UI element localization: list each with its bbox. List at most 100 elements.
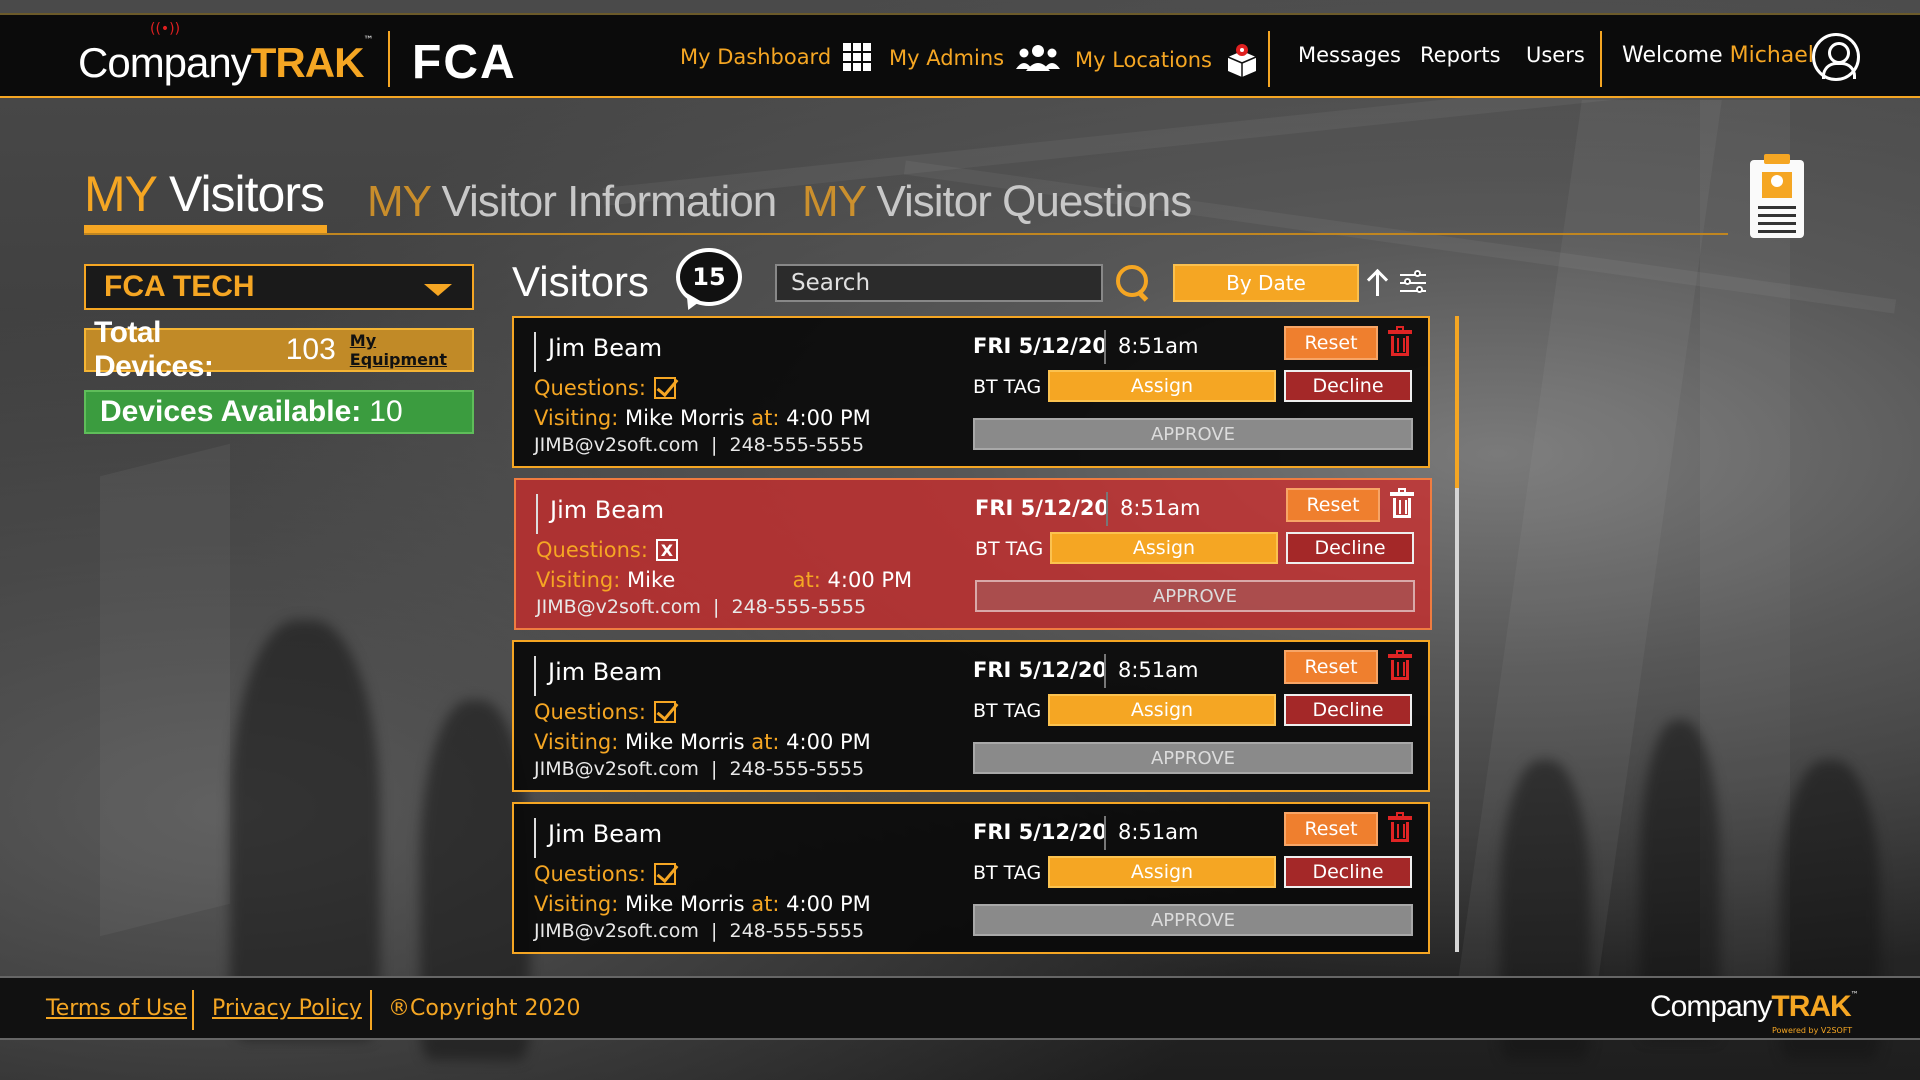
assign-button[interactable]: Assign [1048, 370, 1276, 402]
logo-trademark: ™ [1850, 990, 1859, 999]
terms-of-use-link[interactable]: Terms of Use [46, 996, 187, 1021]
nav-divider [1600, 31, 1602, 87]
sort-by-date-button[interactable]: By Date [1173, 264, 1359, 302]
reset-button[interactable]: Reset [1284, 812, 1378, 846]
visitor-name: Jim Beam [550, 496, 665, 524]
approve-button[interactable]: APPROVE [973, 904, 1413, 936]
trash-icon[interactable] [1388, 326, 1412, 358]
visitor-phone: 248-555-5555 [729, 920, 865, 942]
powered-by-text: Powered by V2SOFT [1772, 1026, 1853, 1035]
visitor-name: Jim Beam [548, 334, 663, 362]
visitor-card-alert: Jim Beam Questions: X Visiting: Mike at:… [514, 478, 1432, 630]
companytrak-logo[interactable]: ((•)) Company TRAK ™ [78, 21, 374, 87]
questions-status: Questions: [534, 700, 676, 724]
search-input[interactable] [775, 264, 1103, 302]
nav-my-locations[interactable]: My Locations [1075, 43, 1260, 77]
visit-time: 4:00 PM [786, 730, 871, 754]
nav-divider [388, 31, 390, 87]
assign-button[interactable]: Assign [1048, 694, 1276, 726]
visit-time: 4:00 PM [786, 892, 871, 916]
trash-icon[interactable] [1390, 488, 1414, 520]
devices-available-box: Devices Available: 10 [84, 390, 474, 434]
tab-my-visitor-information[interactable]: MY Visitor Information [367, 177, 777, 227]
nav-locations-label: My Locations [1075, 48, 1212, 72]
visit-date: FRI 5/12/20 [973, 334, 1108, 358]
visiting-label: Visiting: [534, 730, 619, 754]
visitor-card: Jim Beam Questions: Visiting: Mike Morri… [512, 802, 1430, 954]
approve-button[interactable]: APPROVE [975, 580, 1415, 612]
at-label: at: [792, 568, 821, 592]
reset-button[interactable]: Reset [1284, 650, 1378, 684]
copyright-text: ®Copyright 2020 [388, 996, 581, 1021]
nav-admins-label: My Admins [889, 46, 1005, 70]
visitor-card: Jim Beam Questions: Visiting: Mike Morri… [512, 316, 1430, 468]
reset-button[interactable]: Reset [1284, 326, 1378, 360]
devices-available-value: 10 [369, 395, 403, 428]
host-name: Mike Morris [625, 892, 745, 916]
logo-trademark: ™ [363, 35, 374, 46]
bt-tag-label: BT TAG [973, 862, 1042, 884]
approve-button[interactable]: APPROVE [973, 742, 1413, 774]
sort-direction-arrow-up-icon[interactable] [1366, 268, 1390, 298]
trash-icon[interactable] [1388, 650, 1412, 682]
decline-button[interactable]: Decline [1284, 694, 1412, 726]
bt-tag-label: BT TAG [973, 700, 1042, 722]
decline-button[interactable]: Decline [1286, 532, 1414, 564]
questions-label: Questions: [534, 700, 646, 724]
checkin-time: 8:51am [1118, 658, 1199, 682]
visit-date: FRI 5/12/20 [973, 658, 1108, 682]
checkin-time: 8:51am [1120, 496, 1201, 520]
tab-my-visitors[interactable]: MY Visitors [84, 165, 327, 233]
checkbox-failed-icon: X [655, 539, 678, 561]
my-equipment-link[interactable]: My Equipment [350, 331, 472, 369]
assign-button[interactable]: Assign [1048, 856, 1276, 888]
assign-button[interactable]: Assign [1050, 532, 1278, 564]
logo-trak-text: TRAK [1771, 990, 1851, 1023]
visitor-phone: 248-555-5555 [729, 434, 865, 456]
filter-sliders-icon[interactable] [1400, 270, 1426, 296]
contact-info: JIMB@v2soft.com | 248-555-5555 [534, 434, 865, 456]
visiting-info: Visiting: Mike Morris at: 4:00 PM [534, 406, 871, 430]
visitor-email: JIMB@v2soft.com [534, 758, 699, 780]
questions-status: Questions: X [536, 538, 678, 562]
checkin-time: 8:51am [1118, 334, 1199, 358]
footer-companytrak-logo: Company TRAK ™ Powered by V2SOFT [1650, 990, 1859, 1035]
nav-my-dashboard[interactable]: My Dashboard [680, 43, 872, 71]
visitor-badge-icon[interactable] [1750, 154, 1804, 238]
welcome-label: Welcome [1622, 43, 1723, 68]
total-devices-box: Total Devices: 103 My Equipment [84, 316, 474, 383]
chevron-down-icon [424, 284, 452, 296]
location-box-icon [1227, 44, 1257, 77]
bt-tag-label: BT TAG [975, 538, 1044, 560]
questions-label: Questions: [536, 538, 648, 562]
approve-button[interactable]: APPROVE [973, 418, 1413, 450]
footer-divider [192, 990, 194, 1030]
logo-trak-text: TRAK [250, 39, 365, 86]
nav-messages[interactable]: Messages [1298, 43, 1401, 67]
logo-company-text: Company [78, 39, 252, 86]
user-name: Michael [1729, 43, 1814, 68]
search-icon[interactable] [1114, 263, 1150, 301]
scrollbar-thumb[interactable] [1455, 316, 1459, 488]
checkbox-checked-icon [653, 377, 676, 399]
visitor-count: 15 [680, 252, 738, 302]
trash-icon[interactable] [1388, 812, 1412, 844]
nav-reports[interactable]: Reports [1420, 43, 1501, 67]
at-label: at: [751, 730, 780, 754]
reset-button[interactable]: Reset [1286, 488, 1380, 522]
nav-divider [1268, 31, 1270, 87]
tab-my-visitor-questions[interactable]: MY Visitor Questions [802, 177, 1192, 227]
checkbox-checked-icon [653, 863, 676, 885]
active-tab-indicator [84, 225, 327, 233]
visiting-label: Visiting: [536, 568, 621, 592]
visitor-email: JIMB@v2soft.com [534, 920, 699, 942]
user-avatar-icon[interactable] [1812, 33, 1860, 81]
privacy-policy-link[interactable]: Privacy Policy [212, 996, 362, 1021]
nav-my-admins[interactable]: My Admins [889, 43, 1061, 73]
decline-button[interactable]: Decline [1284, 370, 1412, 402]
host-name: Mike Morris [625, 730, 745, 754]
location-dropdown[interactable]: FCA TECH [84, 264, 474, 310]
decline-button[interactable]: Decline [1284, 856, 1412, 888]
nav-users[interactable]: Users [1526, 43, 1585, 67]
questions-label: Questions: [534, 862, 646, 886]
